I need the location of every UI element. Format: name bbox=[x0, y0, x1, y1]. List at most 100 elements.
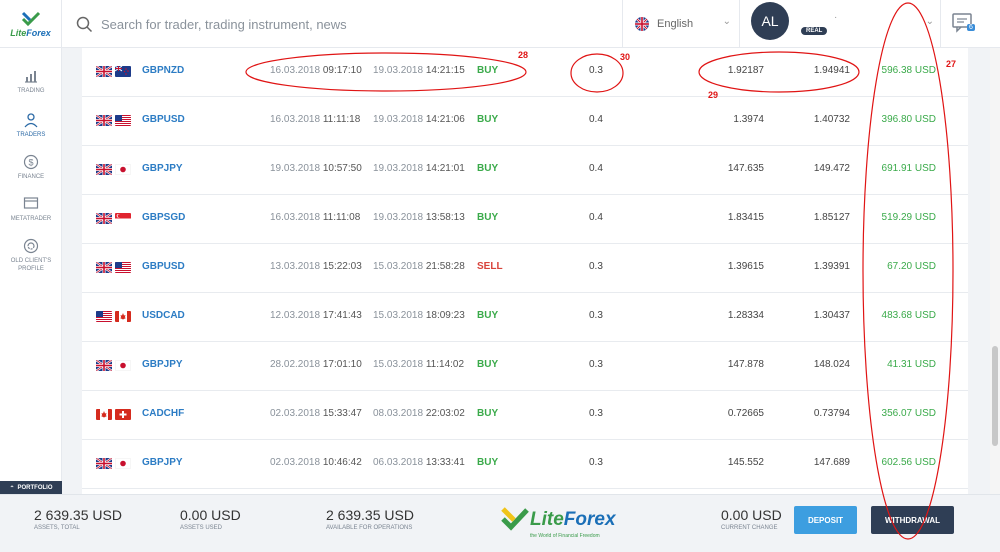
trade-volume: 0.3 bbox=[589, 359, 603, 370]
sidebar-item-label: TRADERS bbox=[16, 132, 46, 138]
table-row[interactable]: GBPUSD 13.03.2018 15:22:03 15.03.2018 21:5… bbox=[82, 244, 968, 293]
sidebar-item-label: OLD CLIENT'S PROFILE bbox=[10, 258, 52, 272]
close-price: 147.689 bbox=[813, 457, 850, 468]
flag-icon bbox=[96, 360, 112, 371]
instrument-link[interactable]: CADCHF bbox=[142, 408, 184, 419]
traders-icon bbox=[24, 113, 38, 128]
logo-mark-icon bbox=[21, 11, 40, 26]
trade-direction: BUY bbox=[477, 457, 499, 468]
instrument-link[interactable]: GBPUSD bbox=[142, 114, 185, 125]
search-bar[interactable] bbox=[62, 0, 622, 48]
sidebar-item-trading[interactable]: TRADING bbox=[0, 68, 62, 95]
logo-mark-icon bbox=[501, 507, 529, 531]
table-row[interactable]: CADCHF 02.03.2018 15:33:47 08.03.2018 22:0… bbox=[82, 391, 968, 440]
trade-profit: 483.68 USD bbox=[881, 310, 936, 321]
assets-used-label: ASSETS USED bbox=[180, 525, 223, 531]
currency-flags bbox=[96, 458, 131, 469]
flag-icon bbox=[96, 164, 112, 175]
deposit-button[interactable]: DEPOSIT bbox=[794, 506, 857, 534]
chart-bars-icon bbox=[25, 71, 37, 83]
trades-table: GBPNZD 16.03.2018 09:17:10 19.03.2018 14:2… bbox=[82, 48, 968, 494]
trade-volume: 0.4 bbox=[589, 114, 603, 125]
svg-text:$: $ bbox=[28, 158, 33, 168]
close-price: 1.85127 bbox=[813, 212, 850, 223]
trade-direction: BUY bbox=[477, 310, 499, 321]
current-change-stat: 0.00 USD CURRENT CHANGE bbox=[721, 507, 782, 531]
open-datetime: 16.03.2018 09:17:10 bbox=[270, 65, 362, 76]
scrollbar[interactable] bbox=[990, 48, 1000, 494]
portfolio-tab-label: PORTFOLIO bbox=[17, 485, 53, 491]
language-selector[interactable]: English ⌄ bbox=[622, 0, 740, 48]
sidebar-item-finance[interactable]: $ FINANCE bbox=[0, 154, 62, 181]
open-datetime: 16.03.2018 11:11:08 bbox=[270, 212, 361, 223]
scrollbar-thumb[interactable] bbox=[992, 346, 998, 446]
trade-profit: 41.31 USD bbox=[887, 359, 936, 370]
footer-logo: LiteForex the World of Financial Freedom bbox=[500, 499, 624, 543]
currency-flags bbox=[96, 213, 131, 224]
open-price: 0.72665 bbox=[727, 408, 764, 419]
flag-icon bbox=[115, 164, 131, 175]
table-row[interactable]: GBPUSD 16.03.2018 11:11:18 19.03.2018 14:2… bbox=[82, 97, 968, 146]
sidebar-item-metatrader[interactable]: METATRADER bbox=[0, 196, 62, 223]
close-datetime: 06.03.2018 13:33:41 bbox=[373, 457, 465, 468]
trade-volume: 0.3 bbox=[589, 408, 603, 419]
open-price: 1.83415 bbox=[727, 212, 764, 223]
withdrawal-button[interactable]: WITHDRAWAL bbox=[871, 506, 954, 534]
flag-icon bbox=[96, 66, 112, 77]
monitor-icon bbox=[23, 197, 39, 209]
instrument-link[interactable]: GBPNZD bbox=[142, 65, 184, 76]
search-input[interactable] bbox=[101, 16, 581, 32]
instrument-link[interactable]: GBPJPY bbox=[142, 163, 183, 174]
app-window: LiteForex English bbox=[0, 0, 1000, 552]
trade-profit: 596.38 USD bbox=[881, 65, 936, 76]
annotation-label: 27 bbox=[946, 59, 957, 69]
instrument-link[interactable]: GBPJPY bbox=[142, 457, 183, 468]
flag-icon bbox=[115, 311, 131, 322]
portfolio-tab[interactable]: ⌃ PORTFOLIO bbox=[0, 481, 62, 495]
instrument-link[interactable]: GBPSGD bbox=[142, 212, 185, 223]
close-datetime: 15.03.2018 11:14:02 bbox=[373, 359, 465, 370]
close-datetime: 19.03.2018 14:21:01 bbox=[373, 163, 465, 174]
trade-profit: 67.20 USD bbox=[887, 261, 936, 272]
instrument-link[interactable]: GBPUSD bbox=[142, 261, 185, 272]
language-label: English bbox=[657, 18, 694, 30]
current-change-label: CURRENT CHANGE bbox=[721, 525, 778, 531]
currency-flags bbox=[96, 66, 131, 77]
available-stat: 2 639.35 USD AVAILABLE FOR OPERATIONS bbox=[326, 507, 414, 531]
sidebar-item-old-profile[interactable]: OLD CLIENT'S PROFILE bbox=[0, 238, 62, 273]
portfolio-footer: 2 639.35 USD ASSETS, TOTAL 0.00 USD ASSE… bbox=[0, 494, 1000, 552]
table-row[interactable]: GBPSGD 16.03.2018 11:11:08 19.03.2018 13:5… bbox=[82, 195, 968, 244]
chevron-up-icon: ⌃ bbox=[9, 485, 15, 492]
user-menu[interactable]: AL REAL · ⌄ bbox=[741, 0, 941, 48]
close-price: 1.30437 bbox=[813, 310, 850, 321]
close-price: 149.472 bbox=[813, 163, 850, 174]
notifications-button[interactable]: 6 bbox=[948, 10, 978, 38]
instrument-link[interactable]: GBPJPY bbox=[142, 359, 183, 370]
open-datetime: 02.03.2018 15:33:47 bbox=[270, 408, 362, 419]
trade-volume: 0.3 bbox=[589, 65, 603, 76]
assets-total-value: 2 639.35 USD bbox=[34, 507, 122, 523]
close-datetime: 19.03.2018 14:21:06 bbox=[373, 114, 465, 125]
table-row[interactable]: GBPJPY 02.03.2018 10:46:42 06.03.2018 13:3… bbox=[82, 440, 968, 489]
assets-used-stat: 0.00 USD ASSETS USED bbox=[180, 507, 241, 531]
trade-direction: BUY bbox=[477, 114, 499, 125]
open-price: 1.28334 bbox=[727, 310, 764, 321]
trade-direction: BUY bbox=[477, 408, 499, 419]
avatar[interactable]: AL bbox=[751, 2, 789, 40]
trade-profit: 356.07 USD bbox=[881, 408, 936, 419]
instrument-link[interactable]: USDCAD bbox=[142, 310, 185, 321]
sidebar-item-label: FINANCE bbox=[17, 174, 45, 180]
right-gutter bbox=[968, 48, 990, 494]
account-type-badge: REAL bbox=[801, 27, 828, 35]
table-row[interactable]: USDCAD 12.03.2018 17:41:43 15.03.2018 18:0… bbox=[82, 293, 968, 342]
sidebar-item-traders[interactable]: TRADERS bbox=[0, 112, 62, 139]
brand-logo[interactable]: LiteForex bbox=[0, 0, 62, 48]
table-row[interactable]: GBPJPY 19.03.2018 10:57:50 19.03.2018 14:2… bbox=[82, 146, 968, 195]
dollar-icon: $ bbox=[23, 154, 39, 170]
sidebar: TRADING TRADERS $ FINANCE METATRADER OLD… bbox=[0, 48, 62, 504]
currency-flags bbox=[96, 311, 131, 322]
open-price: 147.635 bbox=[727, 163, 764, 174]
table-row[interactable]: GBPJPY 28.02.2018 17:01:10 15.03.2018 11:1… bbox=[82, 342, 968, 391]
flag-icon bbox=[115, 115, 131, 126]
open-datetime: 02.03.2018 10:46:42 bbox=[270, 457, 362, 468]
